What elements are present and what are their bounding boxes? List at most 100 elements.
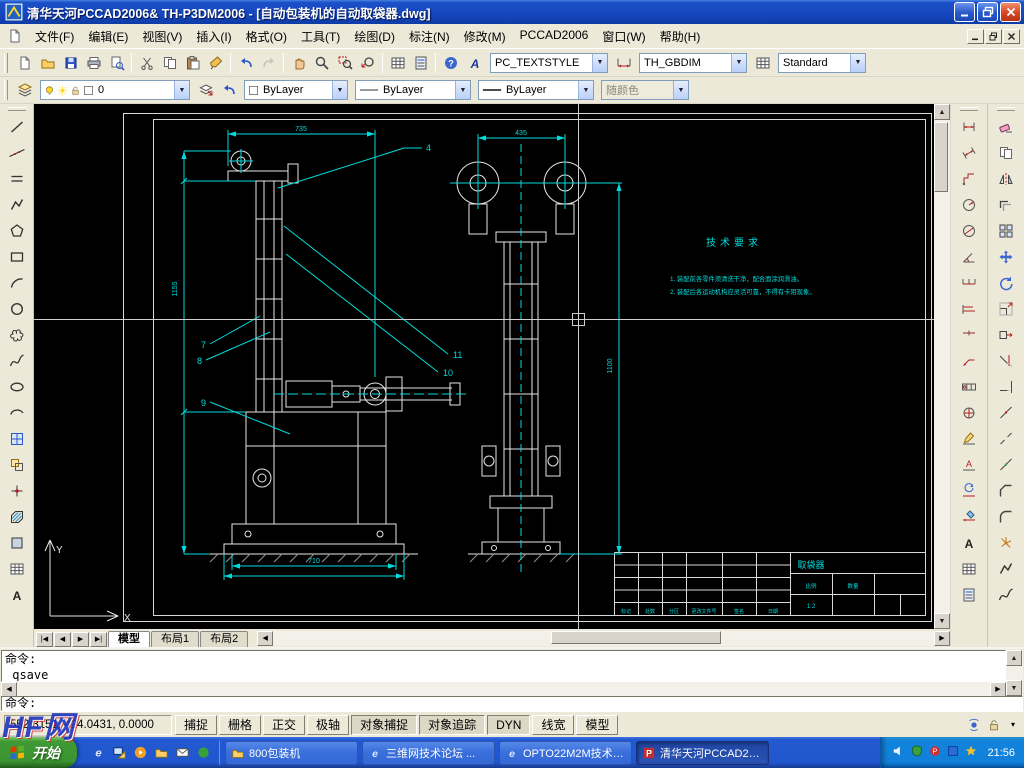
text-style-combo[interactable]: PC_TEXTSTYLE ▼ (490, 52, 608, 73)
menu-pccad[interactable]: PCCAD2006 (513, 24, 596, 49)
stretch-icon[interactable] (994, 323, 1018, 347)
hatch-icon[interactable] (5, 505, 29, 529)
revision-cloud-icon[interactable] (5, 323, 29, 347)
tab-prev-button[interactable]: ◀ (54, 632, 71, 647)
redo-icon[interactable] (257, 51, 280, 74)
tolerance-icon[interactable] (957, 375, 981, 399)
copy-clip-icon[interactable] (158, 51, 181, 74)
table-icon[interactable] (5, 557, 29, 581)
tab-first-button[interactable]: |◀ (36, 632, 53, 647)
vscroll-track[interactable] (934, 120, 950, 613)
explode-icon[interactable] (994, 531, 1018, 555)
quick-dim-icon[interactable] (957, 271, 981, 295)
region-icon[interactable] (5, 531, 29, 555)
status-toggle-grid[interactable]: 栅格 (219, 714, 262, 735)
mdi-minimize-button[interactable] (967, 28, 984, 44)
mirror-icon[interactable] (994, 167, 1018, 191)
status-toggle-snap[interactable]: 捕捉 (175, 714, 218, 735)
offset-icon[interactable] (994, 193, 1018, 217)
dim-style-combo[interactable]: TH_GBDIM ▼ (639, 52, 747, 73)
extend-icon[interactable] (994, 375, 1018, 399)
command-history[interactable]: 命令: _qsave (1, 650, 1006, 682)
make-block-icon[interactable] (5, 453, 29, 477)
text-style-icon[interactable]: A (463, 51, 486, 74)
dim-aligned-icon[interactable] (957, 141, 981, 165)
zoom-window-icon[interactable] (333, 51, 356, 74)
table-style-combo[interactable]: Standard ▼ (778, 52, 866, 73)
single-text-icon[interactable]: A (957, 531, 981, 555)
lineweight-combo[interactable]: ByLayer ▼ (478, 80, 594, 100)
hscroll-track[interactable] (273, 630, 934, 646)
toolbar-grip[interactable] (997, 107, 1015, 111)
plot-preview-icon[interactable] (105, 51, 128, 74)
fillet-icon[interactable] (994, 505, 1018, 529)
status-menu-chevron-icon[interactable]: ▾ (1006, 715, 1020, 735)
tool-palettes-icon[interactable] (409, 51, 432, 74)
array-icon[interactable] (994, 219, 1018, 243)
dim-radius-icon[interactable] (957, 193, 981, 217)
arc-icon[interactable] (5, 271, 29, 295)
design-center-icon[interactable] (386, 51, 409, 74)
vscroll-thumb[interactable] (934, 122, 948, 192)
scroll-down-icon[interactable]: ▼ (934, 613, 950, 629)
scroll-left-icon[interactable]: ◀ (1, 682, 17, 697)
menu-format[interactable]: 格式(O) (239, 24, 294, 49)
menu-window[interactable]: 窗口(W) (595, 24, 652, 49)
ellipse-icon[interactable] (5, 375, 29, 399)
field-icon[interactable] (957, 583, 981, 607)
menu-help[interactable]: 帮助(H) (653, 24, 708, 49)
menu-draw[interactable]: 绘图(D) (347, 24, 402, 49)
taskbar-task[interactable]: 800包装机 (225, 740, 358, 765)
menu-dimension[interactable]: 标注(N) (402, 24, 457, 49)
insert-table-icon[interactable] (957, 557, 981, 581)
tab-layout2[interactable]: 布局2 (200, 631, 249, 647)
spline-icon[interactable] (5, 349, 29, 373)
canvas-hscrollbar[interactable]: ◀ ▶ (257, 630, 950, 646)
media-player-icon[interactable] (131, 744, 149, 762)
dim-baseline-icon[interactable] (957, 297, 981, 321)
dim-linear-icon[interactable] (957, 115, 981, 139)
mdi-restore-button[interactable] (985, 28, 1002, 44)
break-icon[interactable] (994, 427, 1018, 451)
pan-realtime-icon[interactable] (287, 51, 310, 74)
make-object-layer-current-icon[interactable] (194, 79, 217, 102)
plot-icon[interactable] (82, 51, 105, 74)
chevron-down-icon[interactable]: ▼ (592, 53, 607, 72)
circle-icon[interactable] (5, 297, 29, 321)
status-toggle-lwt[interactable]: 线宽 (532, 714, 575, 735)
comm-center-icon[interactable] (965, 716, 983, 734)
dim-diameter-icon[interactable] (957, 219, 981, 243)
undo-icon[interactable] (234, 51, 257, 74)
command-vscrollbar[interactable]: ▲ ▼ (1006, 650, 1023, 696)
construction-line-icon[interactable] (5, 141, 29, 165)
toolbar-grip[interactable] (960, 107, 978, 111)
taskbar-task[interactable]: e OPTO22M2M技术最... (499, 740, 632, 765)
table-style-icon[interactable] (751, 51, 774, 74)
tab-model[interactable]: 模型 (108, 631, 150, 647)
multiline-text-icon[interactable]: A (5, 583, 29, 607)
update-icon[interactable] (964, 744, 978, 761)
center-mark-icon[interactable] (957, 401, 981, 425)
polygon-icon[interactable] (5, 219, 29, 243)
close-button[interactable] (1000, 2, 1021, 22)
toolbar-grip[interactable] (4, 52, 8, 73)
mdi-close-button[interactable] (1003, 28, 1020, 44)
cmd-hscroll-track[interactable] (17, 682, 990, 696)
scroll-down-icon[interactable]: ▼ (1006, 680, 1022, 696)
multiline-icon[interactable] (5, 167, 29, 191)
lock-icon[interactable] (985, 716, 1003, 734)
spline-edit-icon[interactable] (994, 583, 1018, 607)
mail-icon[interactable] (173, 744, 191, 762)
open-icon[interactable] (36, 51, 59, 74)
qnew-icon[interactable] (13, 51, 36, 74)
ie-icon[interactable]: e (89, 744, 107, 762)
ellipse-arc-icon[interactable] (5, 401, 29, 425)
toolbar-grip[interactable] (4, 80, 8, 100)
layer-combo[interactable]: 0 ▼ (40, 80, 190, 100)
scroll-up-icon[interactable]: ▲ (934, 104, 950, 120)
move-icon[interactable] (994, 245, 1018, 269)
linetype-combo[interactable]: ByLayer ▼ (355, 80, 471, 100)
dim-continue-icon[interactable] (957, 323, 981, 347)
help-icon[interactable]: ? (439, 51, 462, 74)
rotate-icon[interactable] (994, 271, 1018, 295)
